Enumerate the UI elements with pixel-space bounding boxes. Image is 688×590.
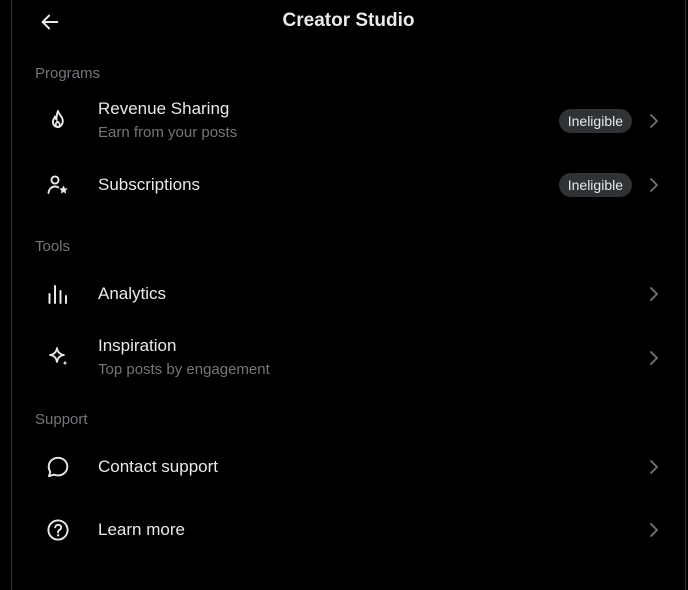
flame-icon [46, 108, 70, 132]
learn-more-row[interactable]: Learn more [12, 502, 685, 558]
inspiration-sub: Top posts by engagement [98, 361, 270, 378]
analytics-row[interactable]: Analytics [12, 266, 685, 322]
chevron-right-icon [647, 287, 661, 301]
revenue-sharing-label: Revenue Sharing [98, 99, 230, 118]
chat-bubble-icon [46, 455, 70, 479]
chevron-right-icon [647, 114, 661, 128]
bar-chart-icon [46, 282, 70, 306]
header: Creator Studio [12, 0, 685, 44]
section-header-support: Support [35, 411, 88, 428]
chevron-right-icon [647, 351, 661, 365]
chevron-right-icon [647, 178, 661, 192]
sparkle-icon [46, 345, 70, 369]
person-star-icon [46, 173, 70, 197]
chevron-right-icon [647, 523, 661, 537]
contact-support-label: Contact support [98, 457, 219, 476]
subscriptions-row[interactable]: Subscriptions Ineligible [12, 157, 685, 213]
learn-more-label: Learn more [98, 520, 185, 539]
revenue-sharing-row[interactable]: Revenue Sharing Earn from your posts Ine… [12, 88, 685, 152]
inspiration-row[interactable]: Inspiration Top posts by engagement [12, 325, 685, 389]
analytics-label: Analytics [98, 284, 167, 303]
chevron-right-icon [647, 460, 661, 474]
contact-support-row[interactable]: Contact support [12, 439, 685, 495]
inspiration-label: Inspiration [98, 336, 177, 355]
creator-studio-panel: Creator Studio Programs Revenue Sharing … [11, 0, 686, 590]
section-header-tools: Tools [35, 238, 71, 255]
subscriptions-label: Subscriptions [98, 175, 201, 194]
section-header-programs: Programs [35, 65, 101, 82]
revenue-sharing-sub: Earn from your posts [98, 124, 238, 141]
page-title: Creator Studio [282, 10, 415, 31]
question-circle-icon [46, 518, 70, 542]
revenue-sharing-status-badge: Ineligible [558, 109, 632, 133]
subscriptions-status-badge: Ineligible [558, 173, 632, 197]
